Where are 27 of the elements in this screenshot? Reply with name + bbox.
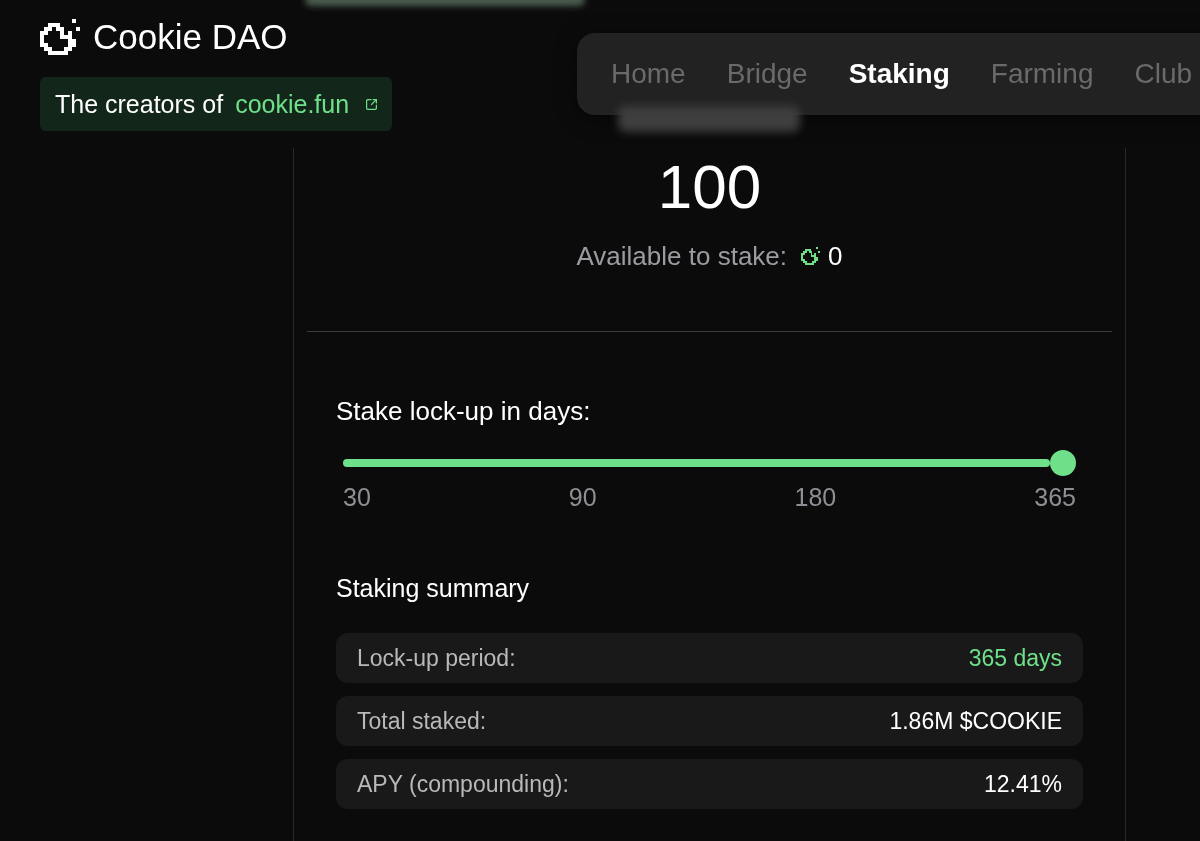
website-link[interactable]: cookie.fun <box>235 89 379 119</box>
nav-tab[interactable]: Club <box>1134 57 1193 91</box>
nav-tab[interactable]: Home <box>611 57 686 91</box>
row-value: 12.41% <box>984 770 1062 798</box>
pixel-cookie-icon <box>40 19 80 55</box>
row-label: Lock-up period: <box>357 644 516 672</box>
summary-title: Staking summary <box>336 573 531 603</box>
stake-amount: 100 <box>657 155 762 219</box>
tick-label: 30 <box>343 483 371 511</box>
lockup-label: Stake lock-up in days: <box>336 395 592 427</box>
tick-label: 365 <box>1034 483 1076 511</box>
tagline-text: The creators of <box>55 89 224 119</box>
nav-tab[interactable]: Bridge <box>726 57 808 91</box>
tick-label: 180 <box>794 483 837 511</box>
row-value: 365 days <box>968 644 1062 672</box>
available-label: Available to stake: <box>576 240 788 272</box>
external-link-icon <box>365 97 379 111</box>
row-label: Total staked: <box>357 707 487 735</box>
tick-label: 90 <box>568 483 597 511</box>
nav-tab[interactable]: Staking <box>848 57 950 91</box>
row-label: APY (compounding): <box>357 770 569 798</box>
brand-name: Cookie DAO <box>93 17 288 57</box>
row-value: 1.86M $COOKIE <box>889 707 1062 735</box>
nav-tab[interactable]: Farming <box>990 57 1094 91</box>
slider-thumb[interactable] <box>1050 450 1076 476</box>
available-amount: 0 <box>828 240 843 272</box>
pixel-cookie-icon <box>801 247 821 265</box>
